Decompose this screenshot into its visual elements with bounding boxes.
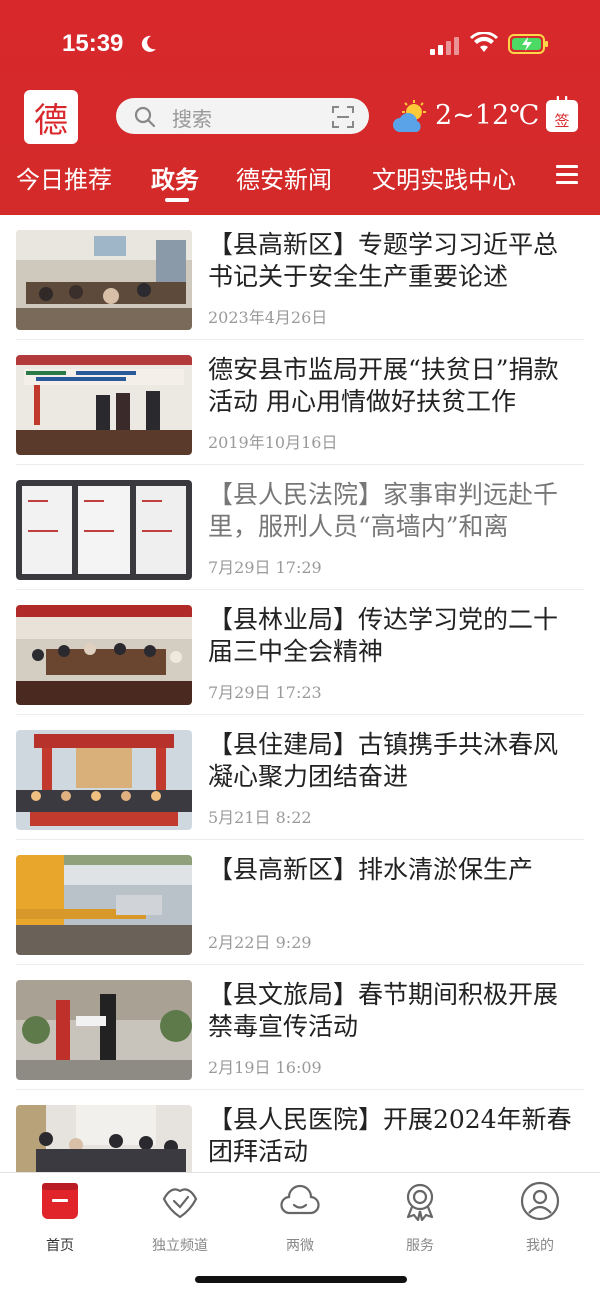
news-title: 【县人民法院】家事审判远赴千里，服刑人员“高墙内”和离 — [208, 480, 559, 541]
news-item[interactable]: 【县人民医院】开展2024年新春团拜活动 — [0, 1090, 600, 1172]
search-bar[interactable]: 搜索 — [116, 98, 369, 134]
status-time: 15:39 — [62, 30, 124, 57]
home-indicator — [195, 1276, 407, 1283]
signin-label: 签 — [554, 112, 570, 130]
tab-today-recommend[interactable]: 今日推荐 — [16, 160, 112, 195]
app-logo[interactable]: 德 — [24, 90, 78, 144]
news-date: 2月22日 9:29 — [208, 933, 312, 952]
tabbar-label: 我的 — [526, 1238, 554, 1254]
news-date: 2019年10月16日 — [208, 433, 338, 452]
news-thumbnail — [16, 480, 192, 580]
calendar-rings — [556, 96, 568, 102]
news-title: 【县文旅局】春节期间积极开展禁毒宣传活动 — [208, 980, 559, 1041]
tabbar-label: 独立频道 — [152, 1238, 208, 1254]
handshake-icon — [162, 1188, 198, 1219]
news-title: 【县住建局】古镇携手共沐春风 凝心聚力团结奋进 — [208, 730, 559, 791]
search-icon — [134, 106, 156, 128]
wifi-icon — [470, 32, 498, 52]
news-item[interactable]: 【县人民法院】家事审判远赴千里，服刑人员“高墙内”和离 7月29日 17:29 — [0, 465, 600, 590]
news-item[interactable]: 【县文旅局】春节期间积极开展禁毒宣传活动 2月19日 16:09 — [0, 965, 600, 1090]
news-title: 德安县市监局开展“扶贫日”捐款活动 用心用情做好扶贫工作 — [208, 355, 559, 416]
cellular-signal-icon — [430, 37, 459, 55]
status-bar: 15:39 — [0, 28, 600, 64]
news-title: 【县林业局】传达学习党的二十届三中全会精神 — [208, 605, 559, 666]
award-icon — [406, 1183, 434, 1221]
logo-text: 德 — [34, 100, 68, 141]
news-item[interactable]: 【县高新区】排水清淤保生产 2月22日 9:29 — [0, 840, 600, 965]
news-thumbnail — [16, 605, 192, 705]
news-item[interactable]: 德安县市监局开展“扶贫日”捐款活动 用心用情做好扶贫工作 2019年10月16日 — [0, 340, 600, 465]
tabbar-label: 首页 — [46, 1238, 74, 1254]
menu-icon[interactable] — [556, 164, 578, 184]
home-icon — [42, 1183, 78, 1219]
scan-icon[interactable] — [332, 106, 354, 128]
news-thumbnail — [16, 355, 192, 455]
news-date: 7月29日 17:23 — [208, 683, 322, 702]
news-thumbnail — [16, 230, 192, 330]
moon-icon — [141, 35, 156, 52]
news-date: 5月21日 8:22 — [208, 808, 312, 827]
active-tab-indicator — [165, 198, 189, 202]
signin-button[interactable]: 签 — [546, 96, 578, 132]
news-title: 【县人民医院】开展2024年新春团拜活动 — [208, 1105, 572, 1166]
cloud-smile-icon — [280, 1184, 320, 1215]
battery-charging-icon — [508, 34, 548, 54]
news-item[interactable]: 【县住建局】古镇携手共沐春风 凝心聚力团结奋进 5月21日 8:22 — [0, 715, 600, 840]
temperature-range: 2~12℃ — [435, 100, 540, 131]
app-header: 15:39 德 搜索 2~12℃ 签 今日推荐 政务 德安新闻 文明实践中心 — [0, 0, 600, 215]
news-thumbnail — [16, 730, 192, 830]
tab-government[interactable]: 政务 — [151, 160, 199, 195]
news-date: 7月29日 17:29 — [208, 558, 322, 577]
news-title: 【县高新区】排水清淤保生产 — [208, 855, 534, 884]
user-icon — [520, 1181, 560, 1221]
tabbar-label: 两微 — [286, 1238, 314, 1254]
tab-civilization-center[interactable]: 文明实践中心 — [372, 160, 516, 195]
news-title: 【县高新区】专题学习习近平总书记关于安全生产重要论述 — [208, 230, 559, 291]
tab-dean-news[interactable]: 德安新闻 — [236, 160, 332, 195]
news-date: 2023年4月26日 — [208, 308, 328, 327]
news-thumbnail — [16, 980, 192, 1080]
channel-tabs: 今日推荐 政务 德安新闻 文明实践中心 — [0, 160, 600, 202]
news-thumbnail — [16, 855, 192, 955]
partly-cloudy-icon — [393, 100, 426, 132]
news-item[interactable]: 【县高新区】专题学习习近平总书记关于安全生产重要论述 2023年4月26日 — [0, 215, 600, 340]
news-date: 2月19日 16:09 — [208, 1058, 322, 1077]
news-list: 【县高新区】专题学习习近平总书记关于安全生产重要论述 2023年4月26日 德安… — [0, 215, 600, 1172]
news-item[interactable]: 【县林业局】传达学习党的二十届三中全会精神 7月29日 17:23 — [0, 590, 600, 715]
news-thumbnail — [16, 1105, 192, 1172]
tabbar-label: 服务 — [406, 1238, 434, 1254]
search-placeholder: 搜索 — [172, 107, 212, 131]
